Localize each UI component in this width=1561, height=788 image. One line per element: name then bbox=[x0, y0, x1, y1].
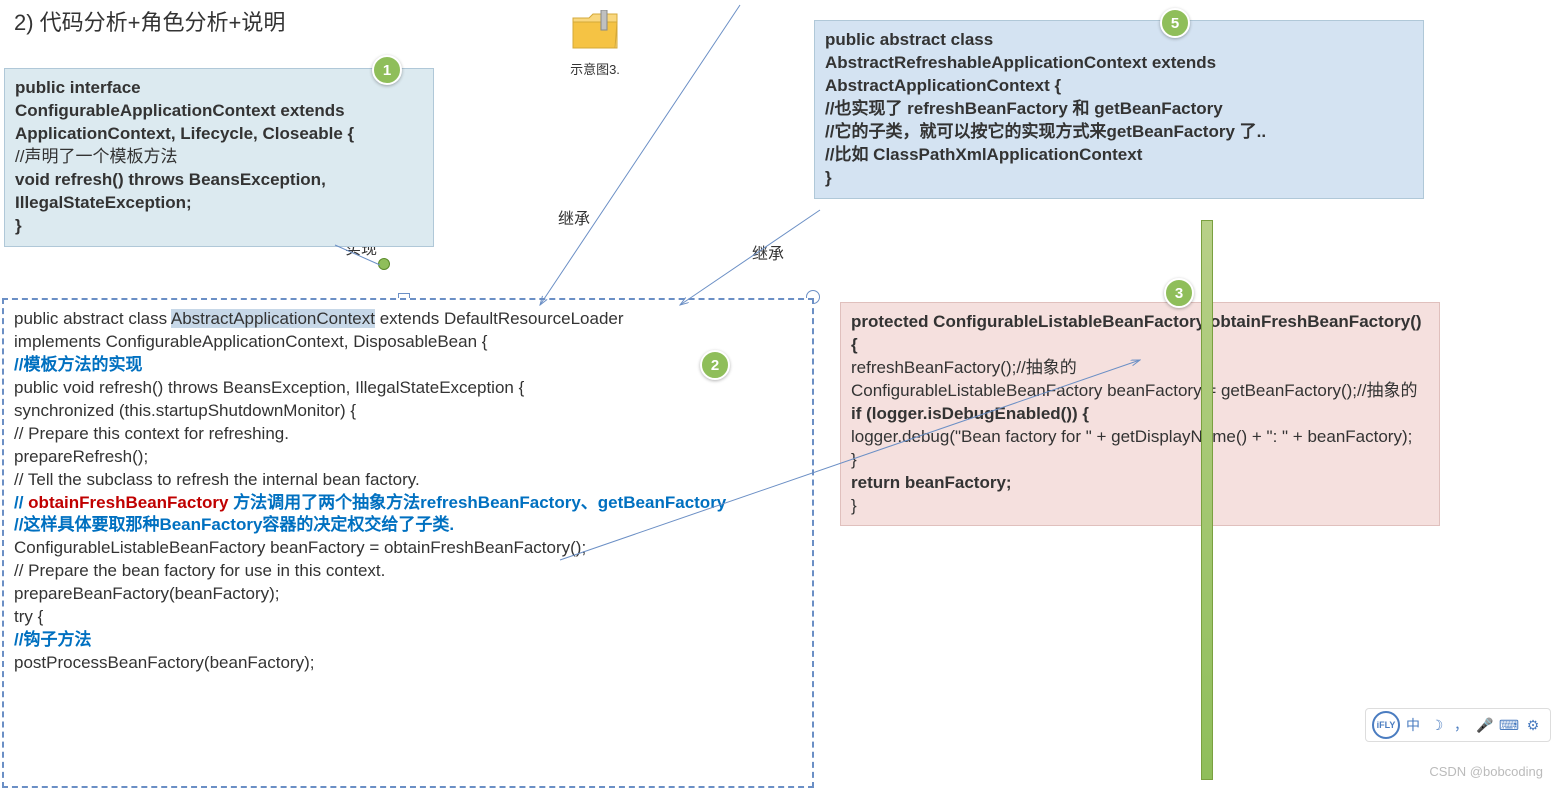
code-line: public void refresh() throws BeansExcept… bbox=[14, 377, 802, 400]
keyboard-icon[interactable]: ⌨ bbox=[1498, 714, 1520, 736]
code-line: prepareRefresh(); bbox=[14, 446, 802, 469]
code-line: //它的子类，就可以按它的实现方式来getBeanFactory 了.. bbox=[825, 121, 1413, 144]
badge-5: 5 bbox=[1160, 8, 1190, 38]
extends-label-1: 继承 bbox=[558, 205, 590, 229]
badge-1: 1 bbox=[372, 55, 402, 85]
code-line: ConfigurableListableBeanFactory beanFact… bbox=[14, 537, 802, 560]
extends-label-2: 继承 bbox=[752, 240, 784, 264]
code-box-5: public abstract class AbstractRefreshabl… bbox=[814, 20, 1424, 199]
code-line: // Tell the subclass to refresh the inte… bbox=[14, 469, 802, 492]
code-line: ConfigurableListableBeanFactory beanFact… bbox=[851, 380, 1429, 403]
code-box-2: public abstract class AbstractApplicatio… bbox=[2, 298, 814, 788]
code-line: implements ConfigurableApplicationContex… bbox=[14, 331, 802, 354]
side-bar-decoration bbox=[1201, 220, 1213, 780]
code-line: AbstractRefreshableApplicationContext ex… bbox=[825, 52, 1413, 75]
code-line: ConfigurableApplicationContext extends bbox=[15, 100, 423, 123]
code-line: try { bbox=[14, 606, 802, 629]
code-line: // Prepare the bean factory for use in t… bbox=[14, 560, 802, 583]
code-line: if (logger.isDebugEnabled()) { bbox=[851, 403, 1429, 426]
ime-toolbar[interactable]: iFLY 中 ☽ ， 🎤 ⌨ ⚙ bbox=[1365, 708, 1551, 742]
folder-label: 示意图3. bbox=[565, 59, 625, 78]
code-line: public abstract class bbox=[825, 29, 1413, 52]
code-line: } bbox=[851, 495, 1429, 518]
badge-3: 3 bbox=[1164, 278, 1194, 308]
comma-icon[interactable]: ， bbox=[1450, 714, 1472, 736]
code-line: ApplicationContext, Lifecycle, Closeable… bbox=[15, 123, 423, 146]
code-line: public interface bbox=[15, 77, 423, 100]
code-line: logger.debug("Bean factory for " + getDi… bbox=[851, 426, 1429, 449]
code-line: //比如 ClassPathXmlApplicationContext bbox=[825, 144, 1413, 167]
code-line: //模板方法的实现 bbox=[14, 354, 802, 377]
code-line: IllegalStateException; bbox=[15, 192, 423, 215]
code-line: } bbox=[851, 449, 1429, 472]
section-title: 2) 代码分析+角色分析+说明 bbox=[14, 5, 285, 37]
code-line: //声明了一个模板方法 bbox=[15, 146, 423, 169]
code-line: } bbox=[825, 167, 1413, 190]
gear-icon[interactable]: ⚙ bbox=[1522, 714, 1544, 736]
moon-icon[interactable]: ☽ bbox=[1426, 714, 1448, 736]
code-box-3: protected ConfigurableListableBeanFactor… bbox=[840, 302, 1440, 526]
code-line: protected ConfigurableListableBeanFactor… bbox=[851, 311, 1429, 357]
code-line: // Prepare this context for refreshing. bbox=[14, 423, 802, 446]
cn-mode-icon[interactable]: 中 bbox=[1402, 714, 1424, 736]
badge-2: 2 bbox=[700, 350, 730, 380]
code-line: } bbox=[15, 215, 423, 238]
code-line: public abstract class AbstractApplicatio… bbox=[14, 308, 802, 331]
code-line: return beanFactory; bbox=[851, 472, 1429, 495]
code-line: void refresh() throws BeansException, bbox=[15, 169, 423, 192]
code-line: //钩子方法 bbox=[14, 629, 802, 652]
code-line: postProcessBeanFactory(beanFactory); bbox=[14, 652, 802, 675]
code-line: // obtainFreshBeanFactory 方法调用了两个抽象方法ref… bbox=[14, 492, 802, 515]
code-box-1: public interface ConfigurableApplication… bbox=[4, 68, 434, 247]
code-line: prepareBeanFactory(beanFactory); bbox=[14, 583, 802, 606]
code-line: synchronized (this.startupShutdownMonito… bbox=[14, 400, 802, 423]
watermark: CSDN @bobcoding bbox=[1429, 764, 1543, 779]
folder-icon-block: 示意图3. bbox=[565, 10, 625, 78]
ifly-icon[interactable]: iFLY bbox=[1372, 711, 1400, 739]
code-line: refreshBeanFactory();//抽象的 bbox=[851, 357, 1429, 380]
mic-icon[interactable]: 🎤 bbox=[1474, 714, 1496, 736]
code-line: //也实现了 refreshBeanFactory 和 getBeanFacto… bbox=[825, 98, 1413, 121]
connector-dot bbox=[378, 258, 390, 270]
code-line: AbstractApplicationContext { bbox=[825, 75, 1413, 98]
code-line: //这样具体要取那种BeanFactory容器的决定权交给了子类. bbox=[14, 514, 802, 537]
folder-icon bbox=[571, 10, 619, 52]
